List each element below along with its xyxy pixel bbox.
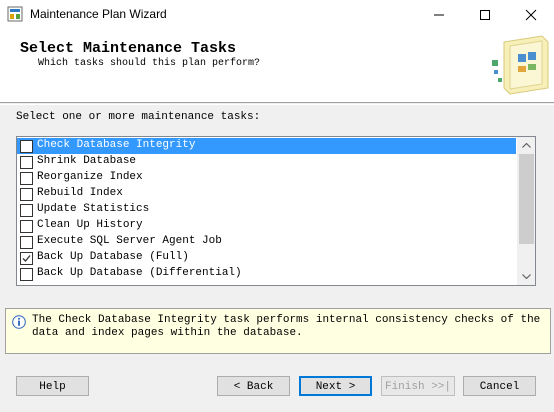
page-subtitle: Which tasks should this plan perform? (38, 58, 261, 69)
list-item-label: Rebuild Index (37, 187, 123, 199)
finish-button[interactable]: Finish >>| (381, 376, 455, 396)
list-item-label: Back Up Database (Full) (37, 251, 189, 263)
list-item-label: Check Database Integrity (37, 139, 196, 151)
list-item-label: Shrink Database (37, 155, 137, 167)
app-icon (7, 6, 23, 22)
window-title: Maintenance Plan Wizard (30, 7, 167, 21)
scroll-thumb[interactable] (519, 154, 534, 244)
checkbox[interactable] (20, 236, 33, 249)
task-list-label: Select one or more maintenance tasks: (16, 111, 261, 123)
vertical-scrollbar[interactable] (517, 137, 535, 285)
list-item[interactable]: Check Database Integrity (17, 138, 516, 154)
task-description: The Check Database Integrity task perfor… (32, 314, 541, 339)
next-button[interactable]: Next > (299, 376, 372, 396)
list-item-label: Update Statistics (37, 203, 150, 215)
title-bar: Maintenance Plan Wizard (0, 0, 554, 28)
task-items: Check Database Integrity Shrink Database… (17, 138, 516, 282)
list-item[interactable]: Back Up Database (Full) (17, 250, 516, 266)
checkbox-checked[interactable] (20, 252, 33, 265)
checkbox[interactable] (20, 140, 33, 153)
checkbox[interactable] (20, 172, 33, 185)
checkbox[interactable] (20, 204, 33, 217)
minimize-button[interactable] (416, 0, 462, 28)
list-item-label: Back Up Database (Differential) (37, 267, 242, 279)
list-item[interactable]: Reorganize Index (17, 170, 516, 186)
scroll-up-button[interactable] (518, 137, 535, 154)
info-icon (12, 315, 26, 329)
checkbox[interactable] (20, 156, 33, 169)
list-item[interactable]: Update Statistics (17, 202, 516, 218)
checkbox[interactable] (20, 188, 33, 201)
list-item[interactable]: Execute SQL Server Agent Job (17, 234, 516, 250)
task-listbox[interactable]: Check Database Integrity Shrink Database… (16, 136, 536, 286)
maximize-icon (480, 10, 490, 20)
scroll-down-button[interactable] (518, 268, 535, 285)
list-item[interactable]: Shrink Database (17, 154, 516, 170)
help-button[interactable]: Help (16, 376, 89, 396)
close-icon (525, 9, 537, 21)
chevron-down-icon (522, 274, 531, 279)
wizard-header: Select Maintenance Tasks Which tasks sho… (0, 28, 554, 103)
chevron-up-icon (522, 143, 531, 148)
task-description-box: The Check Database Integrity task perfor… (5, 308, 551, 354)
list-item-label: Reorganize Index (37, 171, 143, 183)
list-item[interactable]: Rebuild Index (17, 186, 516, 202)
list-item-label: Execute SQL Server Agent Job (37, 235, 222, 247)
page-title: Select Maintenance Tasks (20, 40, 237, 57)
cancel-button[interactable]: Cancel (463, 376, 536, 396)
close-button[interactable] (508, 0, 554, 28)
list-item[interactable]: Back Up Database (Differential) (17, 266, 516, 282)
wizard-banner-icon (492, 35, 549, 95)
maximize-button[interactable] (462, 0, 508, 28)
checkbox[interactable] (20, 268, 33, 281)
minimize-icon (434, 14, 444, 16)
checkmark-icon (22, 255, 31, 262)
checkbox[interactable] (20, 220, 33, 233)
list-item-label: Clean Up History (37, 219, 143, 231)
back-button[interactable]: < Back (217, 376, 290, 396)
list-item[interactable]: Clean Up History (17, 218, 516, 234)
header-divider (0, 104, 554, 105)
